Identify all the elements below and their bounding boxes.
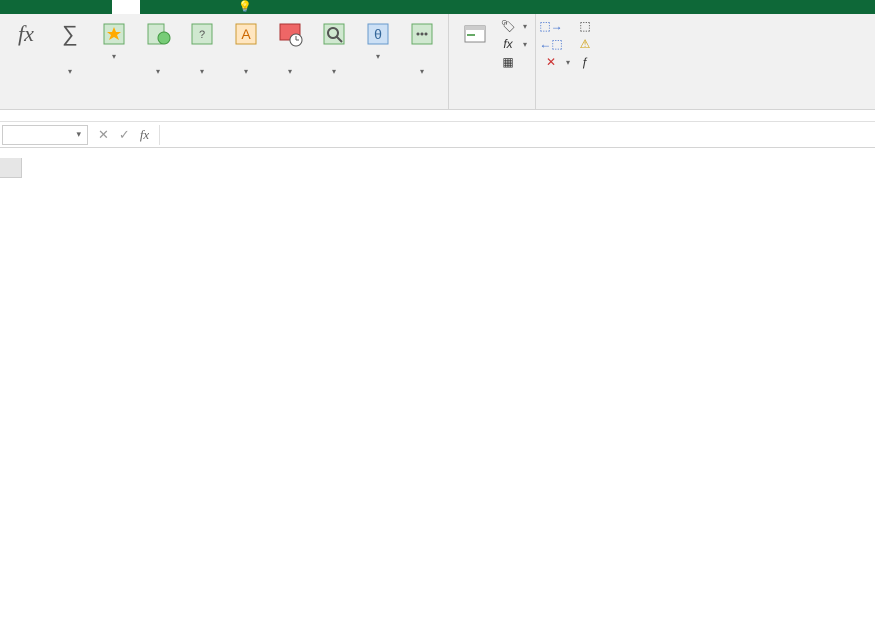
other-fn-button[interactable]: ▾ xyxy=(400,16,444,80)
text-icon: A xyxy=(230,18,262,50)
formula-bar-row: ▾ ✕ ✓ fx xyxy=(0,122,875,148)
define-name-button[interactable]: 🏷 ▾ xyxy=(499,18,529,34)
tell-me[interactable]: 💡 xyxy=(224,0,266,14)
tab-formula[interactable] xyxy=(112,0,140,14)
trace-dep-icon: ←⬚ xyxy=(544,37,558,51)
name-box[interactable]: ▾ xyxy=(2,125,88,145)
group-fn-lib: fx ∑ ▾ ▾ ▾ ? xyxy=(0,14,449,109)
group-label-lib xyxy=(4,104,444,109)
svg-text:A: A xyxy=(241,26,251,42)
clock-icon xyxy=(274,18,306,50)
star-icon xyxy=(98,18,130,50)
chevron-down-icon[interactable]: ▾ xyxy=(76,129,81,140)
lookup-icon xyxy=(318,18,350,50)
tab-review[interactable] xyxy=(168,0,196,14)
cancel-icon[interactable]: ✕ xyxy=(98,127,109,143)
create-from-sel-button[interactable]: ▦ xyxy=(499,54,529,70)
error-check-button[interactable]: ⚠ xyxy=(576,36,598,52)
fx-icon: fx xyxy=(10,18,42,50)
group-names: 🏷 ▾ fx ▾ ▦ xyxy=(449,14,536,109)
math-button[interactable]: θ ▾ xyxy=(356,16,400,63)
group-label-names xyxy=(453,104,531,109)
tab-layout[interactable] xyxy=(84,0,112,14)
logical-button[interactable]: ? ▾ xyxy=(180,16,224,80)
text-button[interactable]: A ▾ xyxy=(224,16,268,80)
grid-icon: ▦ xyxy=(501,55,515,69)
group-audit: ⬚→ ←⬚ ✕ ▾ ⬚ ⚠ ƒ xyxy=(536,14,604,109)
enter-icon[interactable]: ✓ xyxy=(119,127,130,143)
tab-insert[interactable] xyxy=(56,0,84,14)
error-icon: ⚠ xyxy=(578,37,592,51)
eval-formula-button[interactable]: ƒ xyxy=(576,54,598,70)
ribbon-tabs: 💡 xyxy=(0,0,875,14)
more-icon xyxy=(406,18,438,50)
select-all-corner[interactable] xyxy=(0,158,22,178)
show-formula-button[interactable]: ⬚ xyxy=(576,18,598,34)
remove-arrow-button[interactable]: ✕ ▾ xyxy=(542,54,572,70)
trace-prec-button[interactable]: ⬚→ xyxy=(542,18,572,34)
show-icon: ⬚ xyxy=(578,19,592,33)
logical-icon: ? xyxy=(186,18,218,50)
formula-bar[interactable] xyxy=(159,125,875,145)
name-manager-icon xyxy=(459,18,491,50)
autosum-button[interactable]: ∑ ▾ xyxy=(48,16,92,80)
tab-data[interactable] xyxy=(140,0,168,14)
datetime-button[interactable]: ▾ xyxy=(268,16,312,80)
theta-icon: θ xyxy=(362,18,394,50)
spreadsheet-grid[interactable] xyxy=(0,158,875,178)
svg-text:?: ? xyxy=(199,29,205,41)
recent-button[interactable]: ▾ xyxy=(92,16,136,63)
use-in-formula-button[interactable]: fx ▾ xyxy=(499,36,529,52)
fx-small-icon: fx xyxy=(501,37,515,51)
svg-text:θ: θ xyxy=(374,26,382,42)
eval-icon: ƒ xyxy=(578,55,592,69)
ribbon: fx ∑ ▾ ▾ ▾ ? xyxy=(0,14,875,110)
sigma-icon: ∑ xyxy=(54,18,86,50)
remove-arrow-icon: ✕ xyxy=(544,55,558,69)
tab-start[interactable] xyxy=(28,0,56,14)
group-label-audit xyxy=(540,104,600,109)
insert-function-button[interactable]: fx xyxy=(4,16,48,54)
trace-prec-icon: ⬚→ xyxy=(544,19,558,33)
tab-view[interactable] xyxy=(196,0,224,14)
lookup-button[interactable]: ▾ xyxy=(312,16,356,80)
tag-icon: 🏷 xyxy=(501,19,515,33)
trace-dep-button[interactable]: ←⬚ xyxy=(542,36,572,52)
financial-icon xyxy=(142,18,174,50)
fx-button[interactable]: fx xyxy=(140,127,149,143)
financial-button[interactable]: ▾ xyxy=(136,16,180,80)
tab-file[interactable] xyxy=(0,0,28,14)
name-manager-button[interactable] xyxy=(453,16,497,54)
